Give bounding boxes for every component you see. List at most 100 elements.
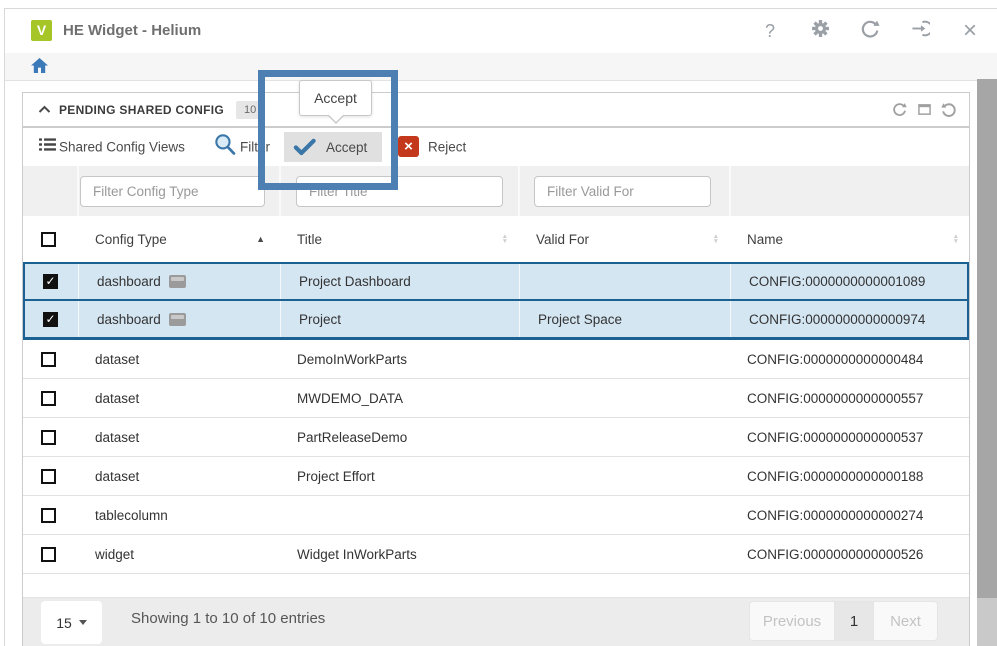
filter-button[interactable]: Filter <box>240 140 270 155</box>
name-value: CONFIG:0000000000000188 <box>729 457 969 495</box>
toolbar: Shared Config Views Filter Accept × Reje… <box>23 128 969 167</box>
exit-button[interactable] <box>909 19 931 43</box>
help-icon: ? <box>765 21 775 42</box>
table-row[interactable]: dataset MWDEMO_DATA CONFIG:0000000000000… <box>23 379 969 418</box>
pending-shared-config-panel: Shared Config Views Filter Accept × Reje… <box>22 127 970 646</box>
title-value: PartReleaseDemo <box>279 418 518 456</box>
app-logo: V <box>31 20 52 41</box>
row-checkbox[interactable]: ✓ <box>43 274 58 289</box>
row-checkbox[interactable]: ✓ <box>43 312 58 327</box>
valid-for-value <box>518 457 729 495</box>
shared-config-views-button[interactable]: Shared Config Views <box>59 140 185 155</box>
check-icon <box>293 138 316 156</box>
pagination: Previous 1 Next <box>749 601 938 641</box>
column-header-valid-for[interactable]: Valid For ▲▼ <box>518 216 729 262</box>
chevron-up-icon <box>38 105 51 114</box>
row-checkbox[interactable] <box>41 430 56 445</box>
sign-out-icon <box>911 19 930 43</box>
table-row[interactable]: widget Widget InWorkParts CONFIG:0000000… <box>23 535 969 574</box>
current-page-button[interactable]: 1 <box>834 601 874 641</box>
table-row[interactable]: tablecolumn CONFIG:0000000000000274 <box>23 496 969 535</box>
row-checkbox[interactable] <box>41 391 56 406</box>
config-type-value: dashboard <box>97 274 161 289</box>
close-button[interactable]: × <box>959 19 981 43</box>
search-icon[interactable] <box>213 133 236 161</box>
sort-ascending-icon: ▲ <box>256 234 279 244</box>
accept-label: Accept <box>326 140 367 155</box>
column-header-config-type[interactable]: Config Type ▲ <box>77 216 279 262</box>
collapse-button[interactable] <box>38 105 51 114</box>
config-type-value: dataset <box>95 352 139 367</box>
previous-page-button[interactable]: Previous <box>749 601 834 641</box>
page-size-value: 15 <box>56 615 72 631</box>
scrollbar-thumb[interactable] <box>977 79 997 598</box>
reject-x-icon[interactable]: × <box>398 136 419 157</box>
chevron-down-icon <box>79 620 87 625</box>
title-bar-actions: ? <box>759 9 981 53</box>
reset-button[interactable] <box>941 102 957 118</box>
panel-actions <box>891 102 969 118</box>
column-header-title[interactable]: Title ▲▼ <box>279 216 518 262</box>
sort-icon: ▲▼ <box>713 234 729 245</box>
row-checkbox[interactable] <box>41 469 56 484</box>
filter-row <box>23 166 969 216</box>
showing-entries-text: Showing 1 to 10 of 10 entries <box>131 598 325 640</box>
title-value: Widget InWorkParts <box>279 535 518 573</box>
config-type-value: widget <box>95 547 134 562</box>
help-button[interactable]: ? <box>759 19 781 43</box>
vertical-scrollbar[interactable] <box>977 79 997 646</box>
name-value: CONFIG:0000000000000974 <box>731 301 967 337</box>
sort-icon: ▲▼ <box>953 234 969 245</box>
refresh-button[interactable] <box>859 19 881 43</box>
select-all-checkbox[interactable] <box>41 232 56 247</box>
column-header-name[interactable]: Name ▲▼ <box>729 216 969 262</box>
count-badge: 10 <box>236 101 264 119</box>
settings-button[interactable] <box>809 19 831 43</box>
table-header-row: Config Type ▲ Title ▲▼ Valid For ▲▼ Name… <box>23 216 969 262</box>
sync-button[interactable] <box>891 102 907 118</box>
row-checkbox[interactable] <box>41 547 56 562</box>
config-type-value: dataset <box>95 430 139 445</box>
name-value: CONFIG:0000000000000557 <box>729 379 969 417</box>
dashboard-icon <box>169 275 186 288</box>
reject-button[interactable]: Reject <box>428 140 466 155</box>
column-separator <box>518 166 520 216</box>
table-body: ✓ dashboard Project Dashboard CONFIG:000… <box>23 262 969 574</box>
valid-for-value <box>518 535 729 573</box>
config-type-value: dataset <box>95 469 139 484</box>
window-title: HE Widget - Helium <box>63 9 201 53</box>
table-row[interactable]: dataset Project Effort CONFIG:0000000000… <box>23 457 969 496</box>
name-value: CONFIG:0000000000000526 <box>729 535 969 573</box>
title-bar: V HE Widget - Helium ? <box>5 9 997 53</box>
row-checkbox[interactable] <box>41 352 56 367</box>
accept-tooltip: Accept <box>299 80 372 116</box>
filter-title-input[interactable] <box>296 176 503 207</box>
title-value: MWDEMO_DATA <box>279 379 518 417</box>
maximize-button[interactable] <box>916 102 932 118</box>
panel-title: PENDING SHARED CONFIG <box>59 103 224 117</box>
valid-for-value <box>518 496 729 534</box>
filter-config-type-input[interactable] <box>80 176 265 207</box>
accept-button[interactable]: Accept <box>284 132 382 162</box>
table-row[interactable]: dataset DemoInWorkParts CONFIG:000000000… <box>23 340 969 379</box>
title-value: Project <box>281 301 520 337</box>
undo-icon <box>941 102 957 118</box>
breadcrumb-bar <box>5 53 997 81</box>
title-value: Project Effort <box>279 457 518 495</box>
next-page-button[interactable]: Next <box>874 601 938 641</box>
table-row[interactable]: ✓ dashboard Project Project Space CONFIG… <box>23 301 969 340</box>
pending-shared-config-header: PENDING SHARED CONFIG 10 <box>22 92 970 127</box>
page-size-select[interactable]: 15 <box>41 601 102 644</box>
table-row[interactable]: dataset PartReleaseDemo CONFIG:000000000… <box>23 418 969 457</box>
valid-for-value <box>518 379 729 417</box>
filter-valid-for-input[interactable] <box>534 176 711 207</box>
valid-for-value <box>518 418 729 456</box>
table-row[interactable]: ✓ dashboard Project Dashboard CONFIG:000… <box>23 262 969 301</box>
row-checkbox[interactable] <box>41 508 56 523</box>
title-value: DemoInWorkParts <box>279 340 518 378</box>
dashboard-icon <box>169 313 186 326</box>
config-type-value: dashboard <box>97 312 161 327</box>
home-button[interactable] <box>31 58 49 74</box>
gear-icon <box>811 19 830 43</box>
list-icon[interactable] <box>39 138 56 156</box>
